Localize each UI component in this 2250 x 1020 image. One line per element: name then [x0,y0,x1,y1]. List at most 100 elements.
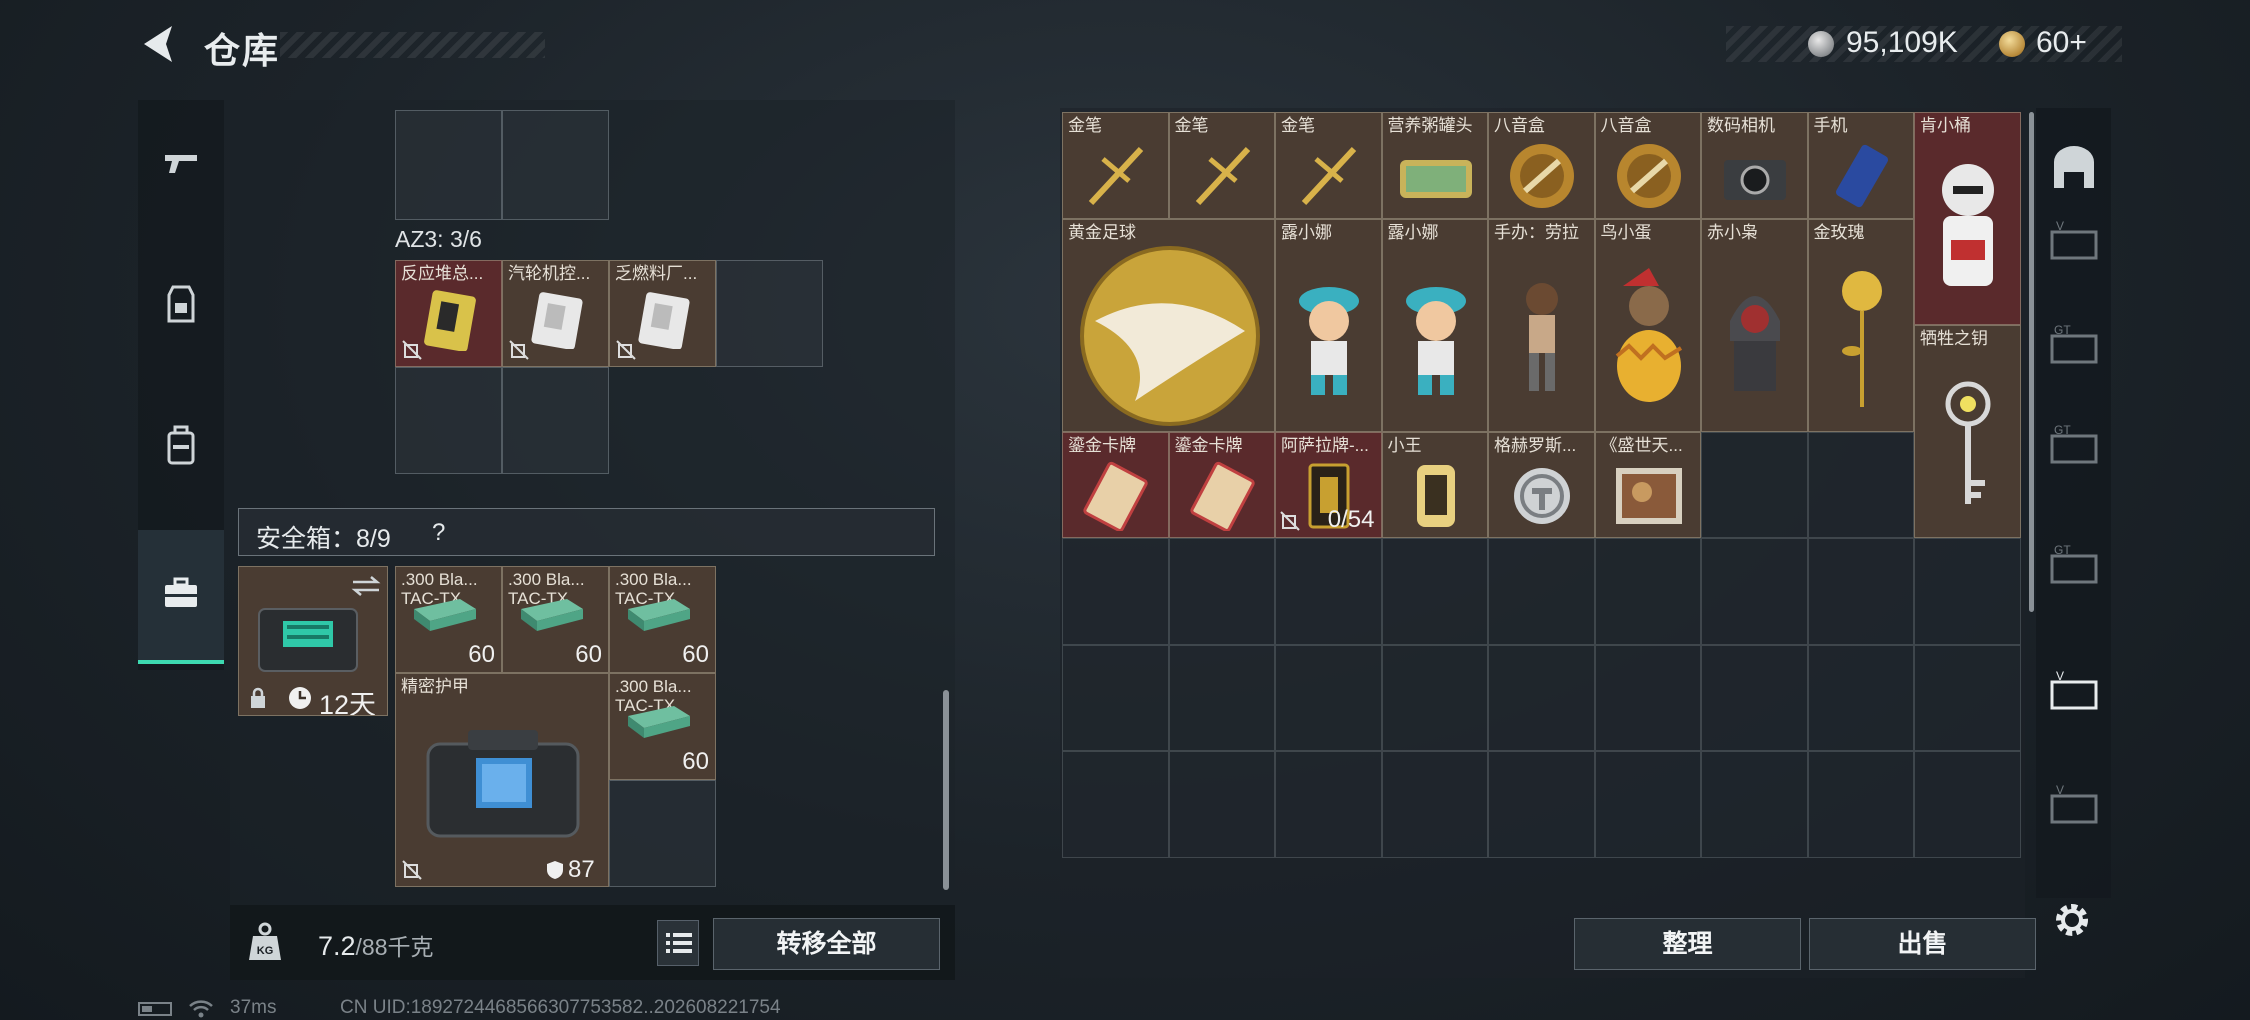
grid-cell[interactable] [395,110,502,220]
grid-cell[interactable] [1594,644,1701,751]
grid-cell[interactable] [1914,538,2021,645]
grid-cell[interactable] [1594,751,1701,858]
card-icon [1063,455,1168,538]
list-view-button[interactable] [657,920,699,966]
stash-item[interactable]: 营养粥罐头 [1381,112,1488,219]
stash-tab-5[interactable]: V [2046,666,2102,722]
stash-item[interactable]: 八音盒 [1594,112,1701,219]
grid-cell[interactable] [716,260,823,367]
arch-icon [2054,146,2094,188]
grid-cell[interactable] [1275,751,1382,858]
grid-cell[interactable] [502,367,609,474]
ammo-item[interactable]: .300 Bla... TAC-TX 60 [609,673,716,780]
grid-cell[interactable] [1062,538,1169,645]
item-name: 格赫罗斯... [1494,435,1577,455]
ammo-item[interactable]: .300 Bla... TAC-TX 60 [609,566,716,673]
grid-cell[interactable] [1488,751,1595,858]
tab-safe-box[interactable] [138,530,224,664]
stash-item[interactable]: 黄金足球 [1062,218,1275,432]
grid-cell[interactable] [1062,644,1169,751]
grid-cell[interactable] [1807,751,1914,858]
container-item-fuel[interactable]: 乏燃料厂... [609,260,716,367]
stash-item[interactable]: 手办：劳拉 [1488,218,1595,432]
stash-item[interactable]: 金笔 [1168,112,1275,219]
gear-icon[interactable] [2052,900,2092,940]
stash-item[interactable]: 格赫罗斯... [1488,431,1595,538]
container-item-turbine[interactable]: 汽轮机控... [502,260,609,367]
grid-cell[interactable] [1701,644,1808,751]
left-scrollbar[interactable] [943,690,949,890]
tab-weapons[interactable] [138,100,224,230]
grid-cell[interactable] [1807,538,1914,645]
stash-item[interactable]: 金玫瑰 [1807,218,1914,432]
stash-tab-3[interactable]: GT [2046,420,2102,476]
stash-item[interactable]: 牺牲之钥 [1914,325,2021,538]
stash-item[interactable]: 金笔 [1062,112,1169,219]
item-name: 乏燃料厂... [615,264,698,283]
grid-cell[interactable] [1062,751,1169,858]
ammo-item[interactable]: .300 Bla... TAC-TX 60 [395,566,502,673]
stash-item[interactable]: 鸟小蛋 [1594,218,1701,432]
grid-cell[interactable] [1275,644,1382,751]
gold-pen-icon [1276,135,1381,218]
item-count: 0/54 [1327,506,1375,533]
grid-cell[interactable] [502,110,609,220]
stash-tab-2[interactable]: GT [2046,320,2102,376]
stash-tab-home[interactable] [2046,140,2102,196]
grid-cell[interactable] [1275,538,1382,645]
container-item-reactor[interactable]: 反应堆总... [395,260,502,367]
grid-cell[interactable] [1168,538,1275,645]
grid-cell[interactable] [1381,751,1488,858]
stash-tab-1[interactable]: V [2046,216,2102,272]
grid-cell[interactable] [1381,538,1488,645]
back-arrow-icon [144,26,172,62]
grid-cell[interactable] [1488,538,1595,645]
transfer-all-button[interactable]: 转移全部 [713,918,940,970]
grid-cell[interactable] [1701,538,1808,645]
stash-item[interactable]: 金笔 [1275,112,1382,219]
grid-cell[interactable] [1381,644,1488,751]
grid-cell[interactable] [609,780,716,887]
help-button[interactable]: ? [432,519,445,547]
grid-cell[interactable] [1701,751,1808,858]
armor-item[interactable]: 精密护甲 87 [395,673,609,887]
tab-backpack[interactable] [138,380,224,510]
item-count: 60 [682,748,709,775]
grid-cell[interactable] [1807,644,1914,751]
item-name: .300 Bla... [615,570,692,589]
safe-box-item[interactable]: 12天 [238,566,388,716]
stash-tab-4[interactable]: GT [2046,540,2102,596]
stash-item[interactable]: 阿萨拉牌-... 0/54 [1275,431,1382,538]
grid-cell[interactable] [1594,538,1701,645]
keycard-icon [531,292,583,349]
stash-item[interactable]: 露小娜 [1275,218,1382,432]
stash-item[interactable]: 小王 [1381,431,1488,538]
ping-text: 37ms [230,997,277,1018]
stash-item[interactable]: 《盛世天... [1594,431,1701,538]
grid-cell[interactable] [1488,644,1595,751]
grid-cell[interactable] [1168,644,1275,751]
sort-button[interactable]: 整理 [1574,918,1801,970]
stash-item[interactable]: 露小娜 [1381,218,1488,432]
tab-vest[interactable] [138,240,224,370]
sell-button[interactable]: 出售 [1809,918,2036,970]
stash-item[interactable]: 数码相机 [1701,112,1808,219]
stash-scrollbar[interactable] [2029,112,2034,612]
grid-cell[interactable] [1914,751,2021,858]
stash-item[interactable]: 肯小桶 [1914,112,2021,325]
grid-cell[interactable] [1168,751,1275,858]
item-count: 60 [468,641,495,668]
stash-item[interactable]: 鎏金卡牌 [1168,431,1275,538]
briefcase-icon [165,577,197,607]
grid-cell[interactable] [1914,644,2021,751]
back-button[interactable] [138,22,182,66]
stash-item[interactable]: 八音盒 [1488,112,1595,219]
grid-cell[interactable] [1807,431,1914,538]
stash-item[interactable]: 鎏金卡牌 [1062,431,1169,538]
stash-tab-6[interactable]: V [2046,780,2102,836]
grid-cell[interactable] [395,367,502,474]
ammo-item[interactable]: .300 Bla... TAC-TX 60 [502,566,609,673]
stash-item[interactable]: 赤小枭 [1701,218,1808,432]
stash-item[interactable]: 手机 [1807,112,1914,219]
grid-cell[interactable] [1701,431,1808,538]
